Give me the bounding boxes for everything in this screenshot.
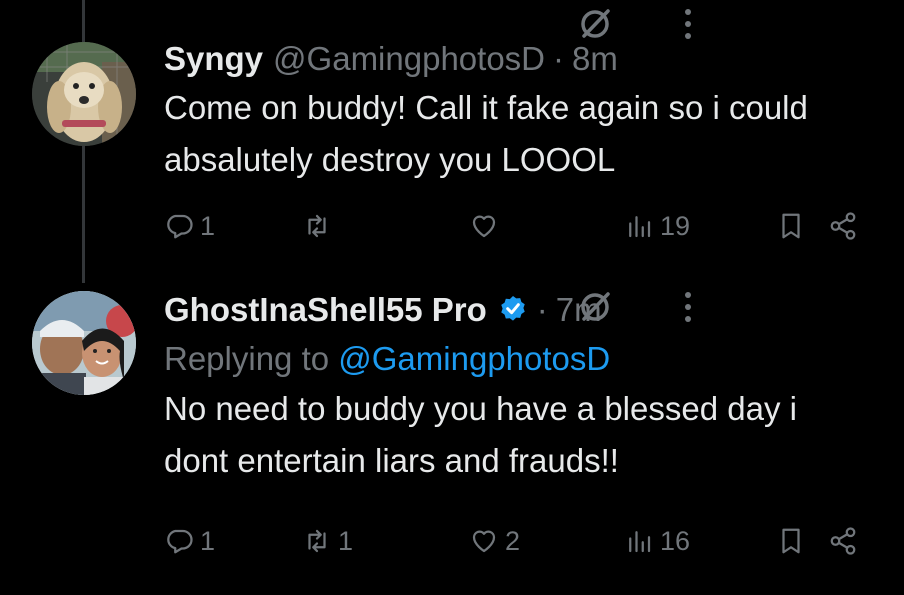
grok-icon[interactable]: [575, 287, 615, 327]
views-icon: [629, 531, 651, 553]
share-icon: [830, 212, 856, 240]
reply-icon: [167, 214, 193, 239]
tweet[interactable]: GhostInaShell55 Pro · 7m Replying to @Ga…: [0, 283, 904, 595]
tweet-header: GhostInaShell55 Pro · 7m: [164, 289, 864, 331]
bookmark-button[interactable]: [776, 206, 806, 246]
views-icon: [629, 216, 651, 238]
display-name[interactable]: Syngy: [164, 40, 263, 78]
reply-icon: [167, 529, 193, 554]
retweet-icon: [308, 214, 326, 238]
heart-icon: [472, 530, 496, 553]
bookmark-button[interactable]: [776, 521, 806, 561]
like-count: 2: [505, 525, 521, 556]
more-options-icon[interactable]: [682, 6, 694, 42]
more-options-icon[interactable]: [682, 289, 694, 325]
retweet-icon: [308, 529, 326, 553]
like-button[interactable]: [469, 206, 505, 246]
tweet-text: No need to buddy you have a blessed day …: [164, 390, 797, 479]
tweet-actions: 1 19: [164, 206, 864, 246]
replying-to-label: Replying to: [164, 340, 339, 377]
separator: ·: [536, 291, 548, 328]
views-button[interactable]: 16: [624, 521, 690, 561]
user-handle[interactable]: @GamingphotosD: [273, 40, 545, 78]
reply-button[interactable]: 1: [164, 206, 215, 246]
couple-avatar-icon: [32, 291, 136, 395]
view-count: 16: [660, 525, 691, 556]
separator: ·: [553, 40, 565, 77]
reply-button[interactable]: 1: [164, 521, 215, 561]
tweet-content: Syngy @GamingphotosD · 8m Come on buddy!…: [164, 38, 864, 186]
tweet-content: GhostInaShell55 Pro · 7m Replying to @Ga…: [164, 289, 864, 487]
tweet[interactable]: Syngy @GamingphotosD · 8m Come on buddy!…: [0, 0, 904, 283]
retweet-count: 1: [338, 525, 354, 556]
heart-icon: [472, 215, 496, 238]
view-count: 19: [660, 210, 691, 241]
verified-badge-icon: [501, 296, 525, 321]
views-button[interactable]: 19: [624, 206, 690, 246]
grok-icon[interactable]: [575, 4, 615, 44]
tweet-actions: 1 1 2 16: [164, 521, 864, 561]
dog-avatar-icon: [32, 42, 136, 146]
reply-count: 1: [200, 210, 216, 241]
avatar[interactable]: [32, 42, 136, 146]
avatar[interactable]: [32, 291, 136, 395]
retweet-button[interactable]: 1: [302, 521, 353, 561]
bookmark-icon: [782, 213, 800, 239]
replying-to: Replying to @GamingphotosD: [164, 337, 864, 381]
share-icon: [830, 527, 856, 555]
share-button[interactable]: [828, 206, 858, 246]
timestamp[interactable]: 8m: [572, 40, 618, 78]
retweet-button[interactable]: [302, 206, 338, 246]
like-button[interactable]: 2: [469, 521, 520, 561]
mention-link[interactable]: @GamingphotosD: [338, 340, 610, 377]
tweet-text: Come on buddy! Call it fake again so i c…: [164, 89, 808, 178]
share-button[interactable]: [828, 521, 858, 561]
bookmark-icon: [782, 528, 800, 554]
tweet-header: Syngy @GamingphotosD · 8m: [164, 38, 864, 80]
display-name[interactable]: GhostInaShell55 Pro: [164, 291, 487, 329]
reply-count: 1: [200, 525, 216, 556]
